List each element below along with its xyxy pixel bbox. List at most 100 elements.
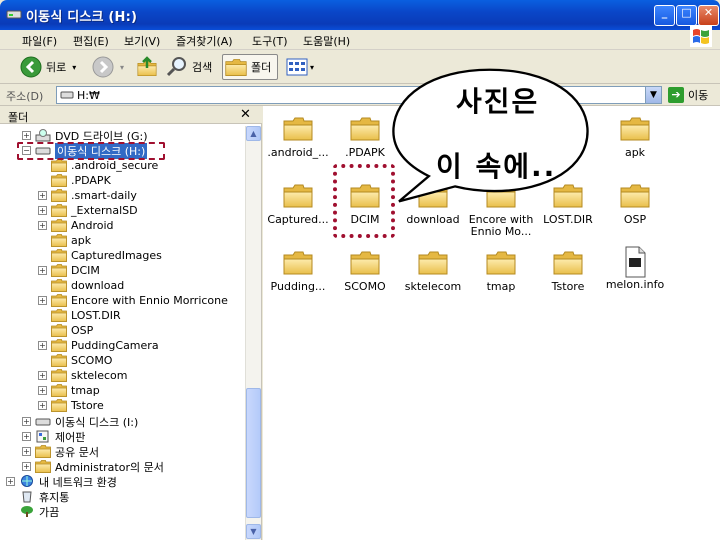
folder-icon <box>51 369 67 382</box>
close-button[interactable]: ✕ <box>698 5 719 26</box>
folder-icon <box>51 204 67 217</box>
expand-icon[interactable]: + <box>38 206 47 215</box>
minimize-button[interactable]: _ <box>654 5 675 26</box>
expand-icon[interactable]: + <box>22 447 31 456</box>
tree-item-tmap[interactable]: + tmap <box>38 383 100 398</box>
tree-item-control-panel[interactable]: + 제어판 <box>22 429 85 444</box>
tree-item-sktelecom[interactable]: + sktelecom <box>38 368 128 383</box>
forward-arrow-icon <box>92 56 114 78</box>
tree-item-lost-dir[interactable]: LOST.DIR <box>38 308 121 323</box>
views-button[interactable]: ▾ <box>286 54 314 80</box>
expand-icon[interactable]: + <box>22 417 31 426</box>
tree-item-label: SCOMO <box>71 354 113 367</box>
tree-item-label: Administrator의 문서 <box>55 460 164 474</box>
menu-file[interactable]: 파일(F) <box>22 33 57 49</box>
folder-item[interactable]: OSP <box>595 183 675 226</box>
tree-item-label: 이동식 디스크 (I:) <box>55 415 139 429</box>
document-icon <box>625 246 646 278</box>
tree-item-capturedimages[interactable]: CapturedImages <box>38 248 162 263</box>
menu-tools[interactable]: 도구(T) <box>252 33 288 49</box>
tree-item-network[interactable]: + 내 네트워크 환경 <box>6 474 117 489</box>
folder-icon <box>51 234 67 247</box>
tree-item-dcim[interactable]: + DCIM <box>38 263 100 278</box>
expand-icon[interactable]: + <box>38 266 47 275</box>
up-folder-button[interactable] <box>136 54 158 80</box>
expand-icon[interactable]: + <box>22 462 31 471</box>
tree-item-label: OSP <box>71 324 94 337</box>
tree-item-download[interactable]: download <box>38 278 124 293</box>
back-button[interactable]: 뒤로 ▾ <box>20 54 76 80</box>
file-item[interactable]: melon.info <box>595 246 675 291</box>
tree-item-label: CapturedImages <box>71 249 162 262</box>
tree-item-smart-daily[interactable]: + .smart-daily <box>38 188 137 203</box>
tree-item-label: apk <box>71 234 92 247</box>
tree-item-label: _ExternalSD <box>71 204 138 217</box>
menu-bar: 파일(F) 편집(E) 보기(V) 즐겨찾기(A) 도구(T) 도움말(H) <box>0 30 720 50</box>
tree-item-admin-docs[interactable]: + Administrator의 문서 <box>22 459 164 474</box>
expand-icon[interactable]: + <box>38 386 47 395</box>
search-button[interactable]: 검색 <box>166 54 212 80</box>
folder-icon <box>51 384 67 397</box>
tree-item-dvd-drive[interactable]: + DVD 드라이브 (G:) <box>22 128 148 143</box>
menu-help[interactable]: 도움말(H) <box>303 33 350 49</box>
folders-icon <box>225 59 247 76</box>
tree-item-apk[interactable]: apk <box>38 233 91 248</box>
tree-item-label: .android_secure <box>71 159 159 172</box>
menu-edit[interactable]: 편집(E) <box>73 33 109 49</box>
tree-item-android[interactable]: + Android <box>38 218 114 233</box>
expand-icon[interactable]: + <box>6 477 15 486</box>
tree-item-externalsd[interactable]: + _ExternalSD <box>38 203 138 218</box>
go-label: 이동 <box>688 89 709 102</box>
scrollbar-thumb[interactable] <box>246 388 261 518</box>
expand-icon[interactable]: + <box>38 296 47 305</box>
address-dropdown-button[interactable]: ▼ <box>645 87 661 103</box>
folder-label: OSP <box>623 213 647 226</box>
tree-item-label: download <box>71 279 125 292</box>
folder-icon <box>51 339 67 352</box>
tree-item-android-secure[interactable]: .android_secure <box>38 158 158 173</box>
expand-icon[interactable]: + <box>38 401 47 410</box>
folder-icon <box>418 250 448 276</box>
folder-icon <box>51 354 67 367</box>
tree-item-osp[interactable]: OSP <box>38 323 93 338</box>
folder-icon <box>283 250 313 276</box>
folder-icon <box>51 264 67 277</box>
expand-icon[interactable]: + <box>38 191 47 200</box>
cd-drive-icon <box>35 129 51 142</box>
folder-icon <box>283 183 313 209</box>
expand-icon[interactable]: + <box>38 221 47 230</box>
menu-favorites[interactable]: 즐겨찾기(A) <box>176 33 233 49</box>
expand-icon[interactable]: + <box>22 432 31 441</box>
tree-item-label: sktelecom <box>71 369 128 382</box>
control-panel-icon <box>36 430 49 443</box>
tree-item-recycle-bin[interactable]: 휴지통 <box>6 489 69 504</box>
panel-close-icon[interactable]: ✕ <box>240 107 251 122</box>
folders-button[interactable]: 폴더 <box>222 54 279 80</box>
folder-icon <box>51 399 67 412</box>
tree-item-scomo[interactable]: SCOMO <box>38 353 112 368</box>
tree-item-removable-i[interactable]: + 이동식 디스크 (I:) <box>22 414 138 429</box>
forward-button[interactable]: ▾ <box>92 54 124 80</box>
tree-item-tstore[interactable]: + Tstore <box>38 398 104 413</box>
tree-item-label: tmap <box>71 384 100 397</box>
maximize-button[interactable]: □ <box>676 5 697 26</box>
folder-icon <box>553 250 583 276</box>
menu-view[interactable]: 보기(V) <box>124 33 160 49</box>
expand-icon[interactable]: + <box>38 341 47 350</box>
tree-item-encore[interactable]: + Encore with Ennio Morricone <box>38 293 228 308</box>
folder-icon <box>51 324 67 337</box>
go-button[interactable]: ➔ 이동 <box>668 87 708 103</box>
tree-item-label: 공유 문서 <box>55 445 99 459</box>
folder-item[interactable]: apk <box>595 116 675 159</box>
tree-item-puddingcamera[interactable]: + PuddingCamera <box>38 338 159 353</box>
tree-item-label: Tstore <box>71 399 104 412</box>
expand-icon[interactable]: + <box>38 371 47 380</box>
tree-item-gakkeum[interactable]: 가끔 <box>6 504 59 519</box>
folder-icon <box>620 183 650 209</box>
tree-item-pdapk[interactable]: .PDAPK <box>38 173 111 188</box>
expand-icon[interactable]: + <box>22 131 31 140</box>
scroll-down-button[interactable]: ▼ <box>246 524 261 539</box>
tree-item-shared-docs[interactable]: + 공유 문서 <box>22 444 99 459</box>
address-bar: 주소(D) H:₩ ▼ ➔ 이동 <box>0 84 720 106</box>
folder-up-icon <box>137 56 157 77</box>
